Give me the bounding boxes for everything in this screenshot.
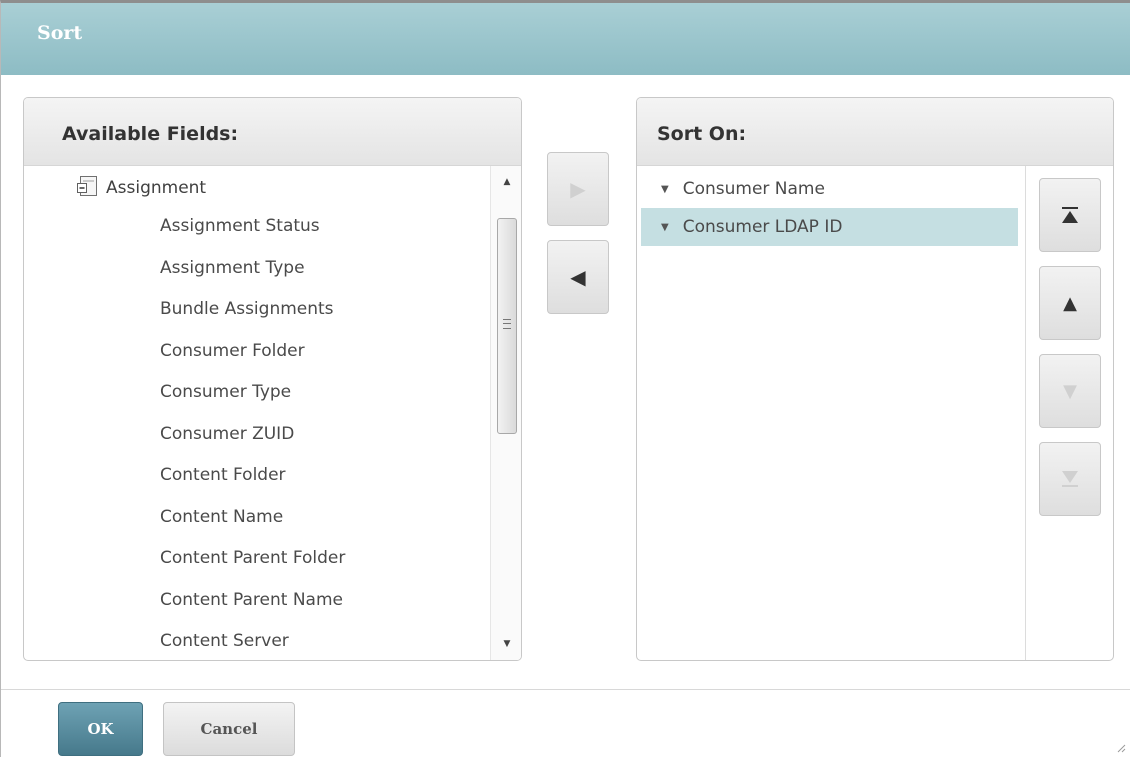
remove-from-sort-button[interactable]: ◀ (547, 240, 609, 314)
sort-descending-icon[interactable]: ▼ (661, 222, 669, 233)
field-item[interactable]: Content Server (160, 631, 289, 651)
sort-on-list: ▼ Consumer Name ▼ Consumer LDAP ID (637, 166, 1025, 660)
add-to-sort-button[interactable]: ▶ (547, 152, 609, 226)
triangle-right-icon: ▶ (570, 177, 586, 201)
dialog-titlebar[interactable]: Sort (1, 3, 1130, 75)
sort-list-divider (1025, 166, 1026, 660)
folder-tree-icon[interactable] (76, 175, 98, 201)
move-to-bottom-button[interactable] (1039, 442, 1101, 516)
sort-descending-icon[interactable]: ▼ (661, 184, 669, 195)
available-fields-tree: Assignment Assignment Status Assignment … (24, 166, 490, 660)
field-item[interactable]: Content Parent Name (160, 590, 343, 610)
scrollbar-thumb[interactable] (497, 218, 517, 434)
move-up-icon: ▲ (1063, 292, 1077, 314)
available-fields-title: Available Fields: (62, 123, 239, 145)
triangle-left-icon: ◀ (570, 265, 586, 289)
available-fields-header: Available Fields: (24, 98, 521, 166)
dialog-title: Sort (37, 22, 83, 44)
scroll-up-icon[interactable]: ▲ (491, 170, 521, 194)
footer-divider (1, 689, 1130, 690)
sort-item-label: Consumer LDAP ID (682, 217, 843, 237)
sort-item-label: Consumer Name (682, 179, 825, 199)
sort-on-header: Sort On: (637, 98, 1113, 166)
move-up-button[interactable]: ▲ (1039, 266, 1101, 340)
tree-node-assignment[interactable]: Assignment (76, 176, 206, 200)
available-fields-scrollbar[interactable]: ▲ ▼ (490, 166, 521, 660)
sort-on-title: Sort On: (657, 123, 747, 145)
field-item[interactable]: Consumer Type (160, 382, 291, 402)
tree-node-label: Assignment (106, 178, 207, 198)
move-to-top-button[interactable] (1039, 178, 1101, 252)
available-fields-panel: Available Fields: Assignment Assignment … (23, 97, 522, 661)
move-down-icon: ▼ (1063, 380, 1077, 402)
move-down-button[interactable]: ▼ (1039, 354, 1101, 428)
field-item[interactable]: Bundle Assignments (160, 299, 334, 319)
sort-on-panel: Sort On: ▼ Consumer Name ▼ Consumer LDAP… (636, 97, 1114, 661)
move-to-bottom-icon (1062, 471, 1078, 487)
ok-button[interactable]: OK (58, 702, 143, 756)
field-item[interactable]: Content Name (160, 507, 283, 527)
field-item[interactable]: Consumer Folder (160, 341, 305, 361)
move-to-top-icon (1062, 207, 1078, 223)
field-item[interactable]: Content Parent Folder (160, 548, 345, 568)
field-item[interactable]: Assignment Status (160, 216, 320, 236)
sort-item-consumer-ldap-id[interactable]: ▼ Consumer LDAP ID (641, 208, 1018, 246)
field-item[interactable]: Consumer ZUID (160, 424, 294, 444)
resize-grip-icon[interactable] (1116, 743, 1126, 753)
cancel-button[interactable]: Cancel (163, 702, 295, 756)
sort-dialog: Sort Available Fields: Assignment Assign… (0, 0, 1130, 757)
field-item[interactable]: Assignment Type (160, 258, 305, 278)
sort-item-consumer-name[interactable]: ▼ Consumer Name (641, 170, 1018, 208)
grip-icon (503, 319, 511, 329)
field-item[interactable]: Content Folder (160, 465, 286, 485)
scroll-down-icon[interactable]: ▼ (491, 632, 521, 656)
